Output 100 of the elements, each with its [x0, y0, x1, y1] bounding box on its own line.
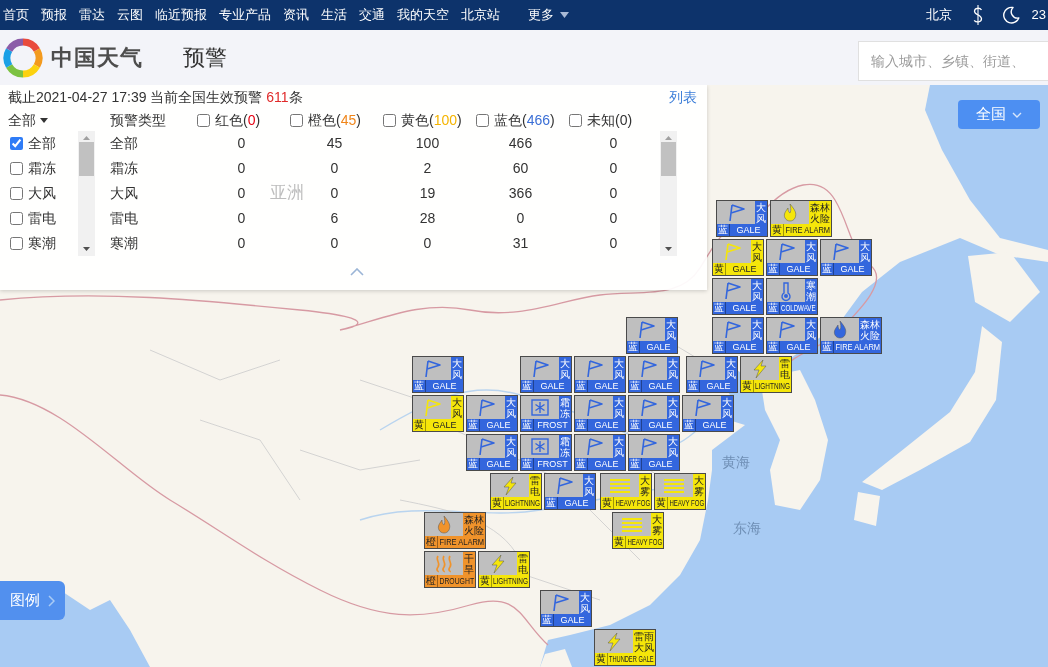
logo-icon[interactable]: [3, 37, 43, 78]
warning-grade-label: 蓝: [575, 419, 588, 431]
search-field[interactable]: 输入城市、乡镇、街道、: [858, 40, 1048, 81]
warning-marker[interactable]: 大风 蓝 GALE: [820, 239, 872, 276]
warning-marker[interactable]: 大风 黄 GALE: [712, 239, 764, 276]
level-filter[interactable]: 红色(0): [195, 109, 261, 131]
warning-type-cell-text: 大风: [109, 184, 138, 203]
city-link[interactable]: 北京: [925, 0, 952, 30]
count-cell-text: 45: [326, 134, 343, 153]
scroll-down-icon[interactable]: [83, 247, 90, 251]
warning-type-label: 大风: [613, 357, 625, 380]
type-option[interactable]: 雷电: [8, 208, 56, 229]
warning-marker[interactable]: 大风 蓝 GALE: [766, 317, 818, 354]
nav-link[interactable]: 北京站: [461, 0, 500, 30]
warning-type-label: 大风: [725, 357, 737, 380]
nav-link[interactable]: 专业产品: [219, 0, 271, 30]
warning-marker[interactable]: 大雾 黄 HEAVY FOG: [600, 473, 652, 510]
scrollbar[interactable]: [78, 131, 95, 256]
scrollbar[interactable]: [660, 131, 677, 256]
warning-marker[interactable]: 雷电 黄 LIGHTNING: [478, 551, 530, 588]
nav-link[interactable]: 云图: [117, 0, 143, 30]
flag-icon: [467, 396, 505, 419]
warning-marker[interactable]: 大风 蓝 GALE: [766, 239, 818, 276]
level-filter[interactable]: 橙色(45): [288, 109, 361, 131]
type-option[interactable]: 霜冻: [8, 158, 56, 179]
warning-marker[interactable]: 雷电 黄 LIGHTNING: [740, 356, 792, 393]
level-filter[interactable]: 黄色(100): [381, 109, 462, 131]
checkbox[interactable]: [290, 113, 303, 127]
warning-marker[interactable]: 大风 蓝 GALE: [466, 434, 518, 471]
type-option[interactable]: 全部: [8, 133, 56, 154]
type-option[interactable]: 大风: [8, 183, 56, 204]
warning-marker[interactable]: 大风 蓝 GALE: [682, 395, 734, 432]
warning-marker[interactable]: 霜冻 蓝 FROST: [520, 434, 572, 471]
scrollbar-thumb[interactable]: [79, 142, 94, 176]
warning-marker[interactable]: 大风 蓝 GALE: [628, 356, 680, 393]
warning-marker[interactable]: 大雾 黄 HEAVY FOG: [654, 473, 706, 510]
type-option[interactable]: 寒潮: [8, 233, 56, 254]
checkbox[interactable]: [10, 187, 23, 200]
checkbox[interactable]: [10, 237, 23, 250]
warning-marker[interactable]: 大风 蓝 GALE: [712, 317, 764, 354]
level-filter[interactable]: 未知(0): [567, 109, 633, 131]
warning-marker[interactable]: 大风 蓝 GALE: [716, 200, 768, 237]
warning-marker[interactable]: 大风 蓝 GALE: [626, 317, 678, 354]
list-link[interactable]: 列表: [669, 86, 697, 108]
flag-icon: [629, 396, 667, 419]
warning-marker[interactable]: 大风 蓝 GALE: [712, 278, 764, 315]
checkbox[interactable]: [569, 113, 582, 127]
checkbox[interactable]: [10, 137, 23, 150]
warning-grade-label: 黄: [479, 575, 492, 587]
warning-english-label: FROST: [537, 458, 568, 470]
scroll-up-icon[interactable]: [665, 136, 672, 140]
warning-marker[interactable]: 大风 蓝 GALE: [574, 395, 626, 432]
checkbox[interactable]: [197, 113, 210, 127]
count-cell-text: 0: [609, 209, 618, 228]
warning-marker[interactable]: 雷电 黄 LIGHTNING: [490, 473, 542, 510]
checkbox[interactable]: [10, 162, 23, 175]
warning-marker[interactable]: 大风 蓝 GALE: [544, 473, 596, 510]
warning-marker[interactable]: 霜冻 蓝 FROST: [520, 395, 572, 432]
checkbox[interactable]: [383, 113, 396, 127]
level-filter[interactable]: 蓝色(466): [474, 109, 555, 131]
checkbox[interactable]: [10, 212, 23, 225]
more-menu[interactable]: 更多: [528, 0, 569, 30]
warning-marker[interactable]: 森林火险 黄 FIRE ALARM: [770, 200, 832, 237]
scrollbar-thumb[interactable]: [661, 142, 676, 176]
flag-icon: [713, 240, 751, 263]
nav-link[interactable]: 首页: [3, 0, 29, 30]
warning-marker[interactable]: 寒潮 蓝 COLDWAVE: [766, 278, 818, 315]
warning-english-label: GALE: [702, 419, 727, 431]
warning-marker[interactable]: 大风 蓝 GALE: [574, 434, 626, 471]
nav-link[interactable]: 临近预报: [155, 0, 207, 30]
nav-link[interactable]: 我的天空: [397, 0, 449, 30]
checkbox[interactable]: [476, 113, 489, 127]
scope-dropdown[interactable]: 全部: [8, 109, 48, 131]
scroll-up-icon[interactable]: [83, 136, 90, 140]
nav-link[interactable]: 交通: [359, 0, 385, 30]
warning-marker[interactable]: 森林火险 蓝 FIRE ALARM: [820, 317, 882, 354]
warning-marker[interactable]: 大风 蓝 GALE: [466, 395, 518, 432]
warning-marker[interactable]: 大风 蓝 GALE: [628, 395, 680, 432]
nav-link[interactable]: 预报: [41, 0, 67, 30]
nav-link[interactable]: 雷达: [79, 0, 105, 30]
dollar-sign-icon[interactable]: [971, 4, 984, 26]
warning-marker[interactable]: 大风 蓝 GALE: [412, 356, 464, 393]
warning-marker[interactable]: 雷雨大风 黄 THUNDER GALE: [594, 629, 656, 666]
warning-marker[interactable]: 大风 蓝 GALE: [686, 356, 738, 393]
warning-marker[interactable]: 大风 黄 GALE: [412, 395, 464, 432]
flame-icon: [771, 201, 809, 224]
warning-marker[interactable]: 大风 蓝 GALE: [520, 356, 572, 393]
nav-link[interactable]: 资讯: [283, 0, 309, 30]
moon-icon[interactable]: [1001, 6, 1020, 24]
warning-marker[interactable]: 大雾 黄 HEAVY FOG: [612, 512, 664, 549]
count-cell-text: 0: [609, 234, 618, 253]
warning-marker[interactable]: 大风 蓝 GALE: [540, 590, 592, 627]
nav-link[interactable]: 生活: [321, 0, 347, 30]
warning-marker[interactable]: 大风 蓝 GALE: [628, 434, 680, 471]
scroll-down-icon[interactable]: [665, 247, 672, 251]
warning-grade-label: 黄: [601, 497, 614, 509]
warning-marker[interactable]: 森林火险 橙 FIRE ALARM: [424, 512, 486, 549]
flag-icon: [413, 357, 451, 380]
warning-marker[interactable]: 大风 蓝 GALE: [574, 356, 626, 393]
warning-marker[interactable]: 干旱 橙 DROUGHT: [424, 551, 476, 588]
